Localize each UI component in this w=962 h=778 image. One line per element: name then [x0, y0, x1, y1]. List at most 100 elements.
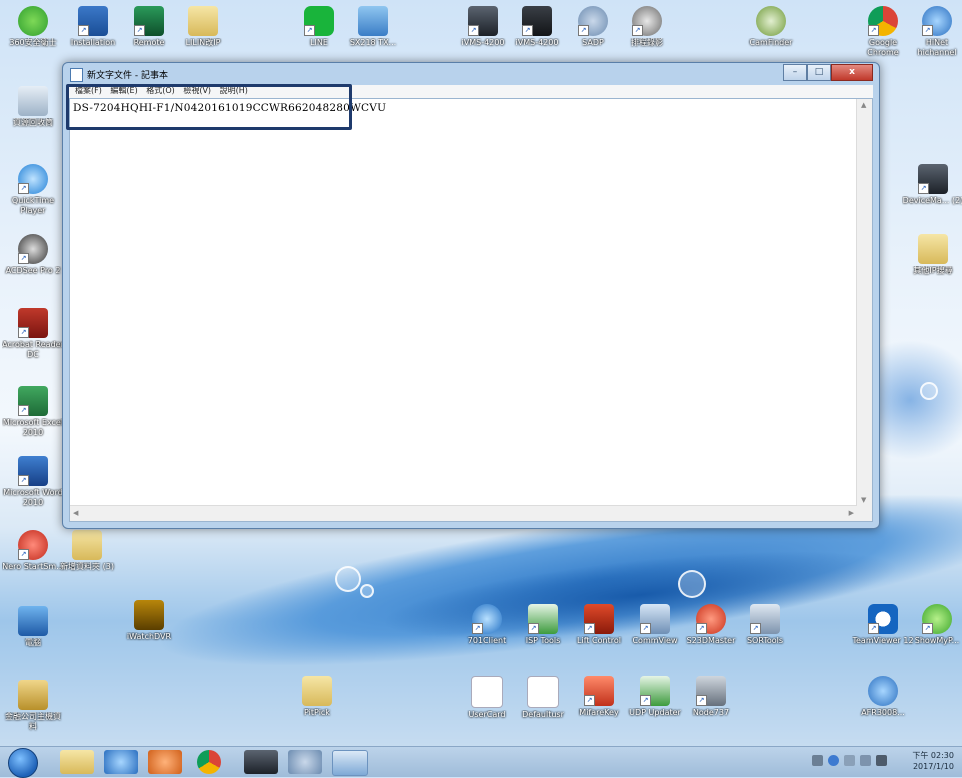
desktop-icon-usercard[interactable]: UserCard [456, 676, 518, 720]
desktop-icon-label: HiNet hichannel [917, 38, 957, 57]
taskbar-ivms-icon[interactable] [244, 750, 278, 774]
binary-download-icon: ↗ [640, 676, 670, 706]
highlight-box [66, 84, 352, 130]
notepad-text-area[interactable]: DS-7204HQHI-F1/N0420161019CCWR662048280W… [69, 98, 873, 522]
desktop-icon-quicktime[interactable]: ↗ QuickTime Player [2, 164, 64, 216]
desktop-icon-camfinder[interactable]: CamFinder [740, 6, 802, 48]
desktop-icon-label: Remote [133, 38, 165, 47]
notepad-window[interactable]: 新文字文件 - 記事本 – □ x 檔案(F) 編輯(E) 格式(O) 檢視(V… [62, 62, 880, 529]
recycle-bin-icon [18, 86, 48, 116]
taskbar-notepad-icon[interactable] [332, 750, 368, 776]
start-button[interactable] [8, 748, 38, 778]
camera-icon: ↗ [468, 6, 498, 36]
desktop-icon-ivms-1[interactable]: ↗ iVMS-4200 [452, 6, 514, 48]
desktop-icon-ip-folder[interactable]: 其他IP搜尋 [902, 234, 962, 276]
key-icon: ↗ [584, 676, 614, 706]
desktop-icon-afr[interactable]: AFR3008... [852, 676, 914, 718]
scroll-down-icon[interactable]: ▼ [861, 496, 866, 504]
desktop-icon-acdsee[interactable]: ↗ ACDSee Pro 2 [2, 234, 64, 276]
desktop-icon-hinet[interactable]: ↗ HiNet hichannel [906, 6, 962, 58]
desktop-icon-label: UDP Updater [629, 708, 681, 717]
desktop-icon-acrobat[interactable]: ↗ Acrobat Reader DC [2, 308, 64, 360]
desktop-icon-isptools[interactable]: ↗ ISP Tools [512, 604, 574, 646]
lens-icon [756, 6, 786, 36]
camera-icon: ↗ [918, 164, 948, 194]
desktop-icon-label: MifareKey [579, 708, 619, 717]
desktop-icon-showmyp[interactable]: ↗ ShowMyP... [906, 604, 962, 646]
server-icon: ↗ [522, 6, 552, 36]
desktop-icon-iwatchdvr[interactable]: iWatchDVR [118, 600, 180, 642]
taskbar-chrome-icon[interactable] [197, 750, 221, 774]
wallpaper-bubble [920, 382, 938, 400]
desktop-icon-installation[interactable]: ↗ Installation [62, 6, 124, 48]
desktop-icon-ivms-2[interactable]: ↗ iVMS-4200 [506, 6, 568, 48]
desktop-icon-word[interactable]: ↗ Microsoft Word 2010 [2, 456, 64, 508]
desktop-icon-teamviewer[interactable]: ↗ TeamViewer 12 [852, 604, 914, 646]
vertical-scrollbar[interactable]: ▲ ▼ [856, 99, 872, 506]
desktop-icon-udp-updater[interactable]: ↗ UDP Updater [624, 676, 686, 718]
desktop-icon-sadp[interactable]: ↗ SADP [562, 6, 624, 48]
search-icon: ↗ [578, 6, 608, 36]
desktop-icon-label: 金融公司主機資料 [5, 712, 61, 731]
tray-expand-icon[interactable] [844, 755, 855, 766]
desktop-icon-computer[interactable]: 電腦 [2, 606, 64, 648]
desktop-icon-label: Microsoft Excel 2010 [2, 418, 64, 437]
desktop-icon-label: PitPick [304, 708, 330, 717]
desktop-icon-recycle-bin[interactable]: 資源回收筒 [2, 86, 64, 128]
desktop-icon-label: 資源回收筒 [13, 118, 53, 127]
desktop-icon-sx218[interactable]: SX218 TX... [342, 6, 404, 48]
keyboard-icon[interactable] [812, 755, 823, 766]
computer-icon [18, 606, 48, 636]
scroll-left-icon[interactable]: ◀ [73, 509, 78, 517]
pdf-icon: ↗ [18, 308, 48, 338]
desktop-icon-label: Nero StartSm... [2, 562, 64, 571]
desktop-icon-label: Defaultusr [522, 710, 564, 719]
desktop-icon-hualian[interactable]: 金融公司主機資料 [2, 680, 64, 732]
remote-icon: ↗ [134, 6, 164, 36]
clock[interactable]: 下午 02:30 2017/1/10 [912, 750, 954, 772]
taskbar-sadp-icon[interactable] [288, 750, 322, 774]
taskbar-media-player-icon[interactable] [148, 750, 182, 774]
desktop-icon-liln[interactable]: LILIN改IP [172, 6, 234, 48]
desktop-icon-label: iVMS-4200 [461, 38, 505, 47]
dvr-icon [134, 600, 164, 630]
desktop-icon-nero[interactable]: ↗ Nero StartSm... [2, 530, 64, 572]
quicktime-icon: ↗ [18, 164, 48, 194]
scroll-up-icon[interactable]: ▲ [861, 101, 866, 109]
desktop-icon-liftcontrol[interactable]: ↗ Lift Control [568, 604, 630, 646]
desktop-icon-defaultusr[interactable]: Defaultusr [512, 676, 574, 720]
maximize-button[interactable]: □ [807, 64, 831, 81]
desktop-icon-label: 排程錄影 [631, 38, 663, 47]
network-icon[interactable] [860, 755, 871, 766]
desktop-icon-daily[interactable]: ↗ 排程錄影 [616, 6, 678, 48]
file-icon [527, 676, 559, 708]
taskbar-ie-icon[interactable] [104, 750, 138, 774]
desktop-icon-label: Node737 [692, 708, 730, 717]
volume-icon[interactable] [876, 755, 887, 766]
desktop-icon-mifarekey[interactable]: ↗ MifareKey [568, 676, 630, 718]
help-icon[interactable] [828, 755, 839, 766]
desktop-icon-devicema[interactable]: ↗ DeviceMa... (2) [902, 164, 962, 206]
s23d-icon: ↗ [696, 604, 726, 634]
desktop-icon-701client[interactable]: ↗ 701Client [456, 604, 518, 646]
desktop-icon-360[interactable]: 360安全衛士 [2, 6, 64, 48]
minimize-button[interactable]: – [783, 64, 807, 81]
desktop-icon-chrome[interactable]: ↗ Google Chrome [852, 6, 914, 58]
scroll-right-icon[interactable]: ▶ [849, 509, 854, 517]
resize-grip[interactable] [857, 506, 872, 521]
desktop-icon-commview[interactable]: ↗ CommView [624, 604, 686, 646]
desktop-icon-line[interactable]: ↗ LINE [288, 6, 350, 48]
desktop-icon-new-folder[interactable]: 新增資料夾 (3) [56, 530, 118, 572]
notepad-titlebar[interactable]: 新文字文件 - 記事本 – □ x [63, 63, 879, 85]
horizontal-scrollbar[interactable]: ◀ ▶ [70, 505, 857, 521]
desktop-icon-sortools[interactable]: ↗ SORTools [734, 604, 796, 646]
desktop-icon-s23dmaster[interactable]: ↗ S23DMaster [680, 604, 742, 646]
close-button[interactable]: x [831, 64, 873, 81]
taskbar-explorer-icon[interactable] [60, 750, 94, 774]
excel-icon: ↗ [18, 386, 48, 416]
desktop-icon-remote[interactable]: ↗ Remote [118, 6, 180, 48]
desktop-icon-pitpick[interactable]: PitPick [286, 676, 348, 718]
wallpaper-bubble [335, 566, 361, 592]
desktop-icon-node737[interactable]: ↗ Node737 [680, 676, 742, 718]
desktop-icon-excel[interactable]: ↗ Microsoft Excel 2010 [2, 386, 64, 438]
